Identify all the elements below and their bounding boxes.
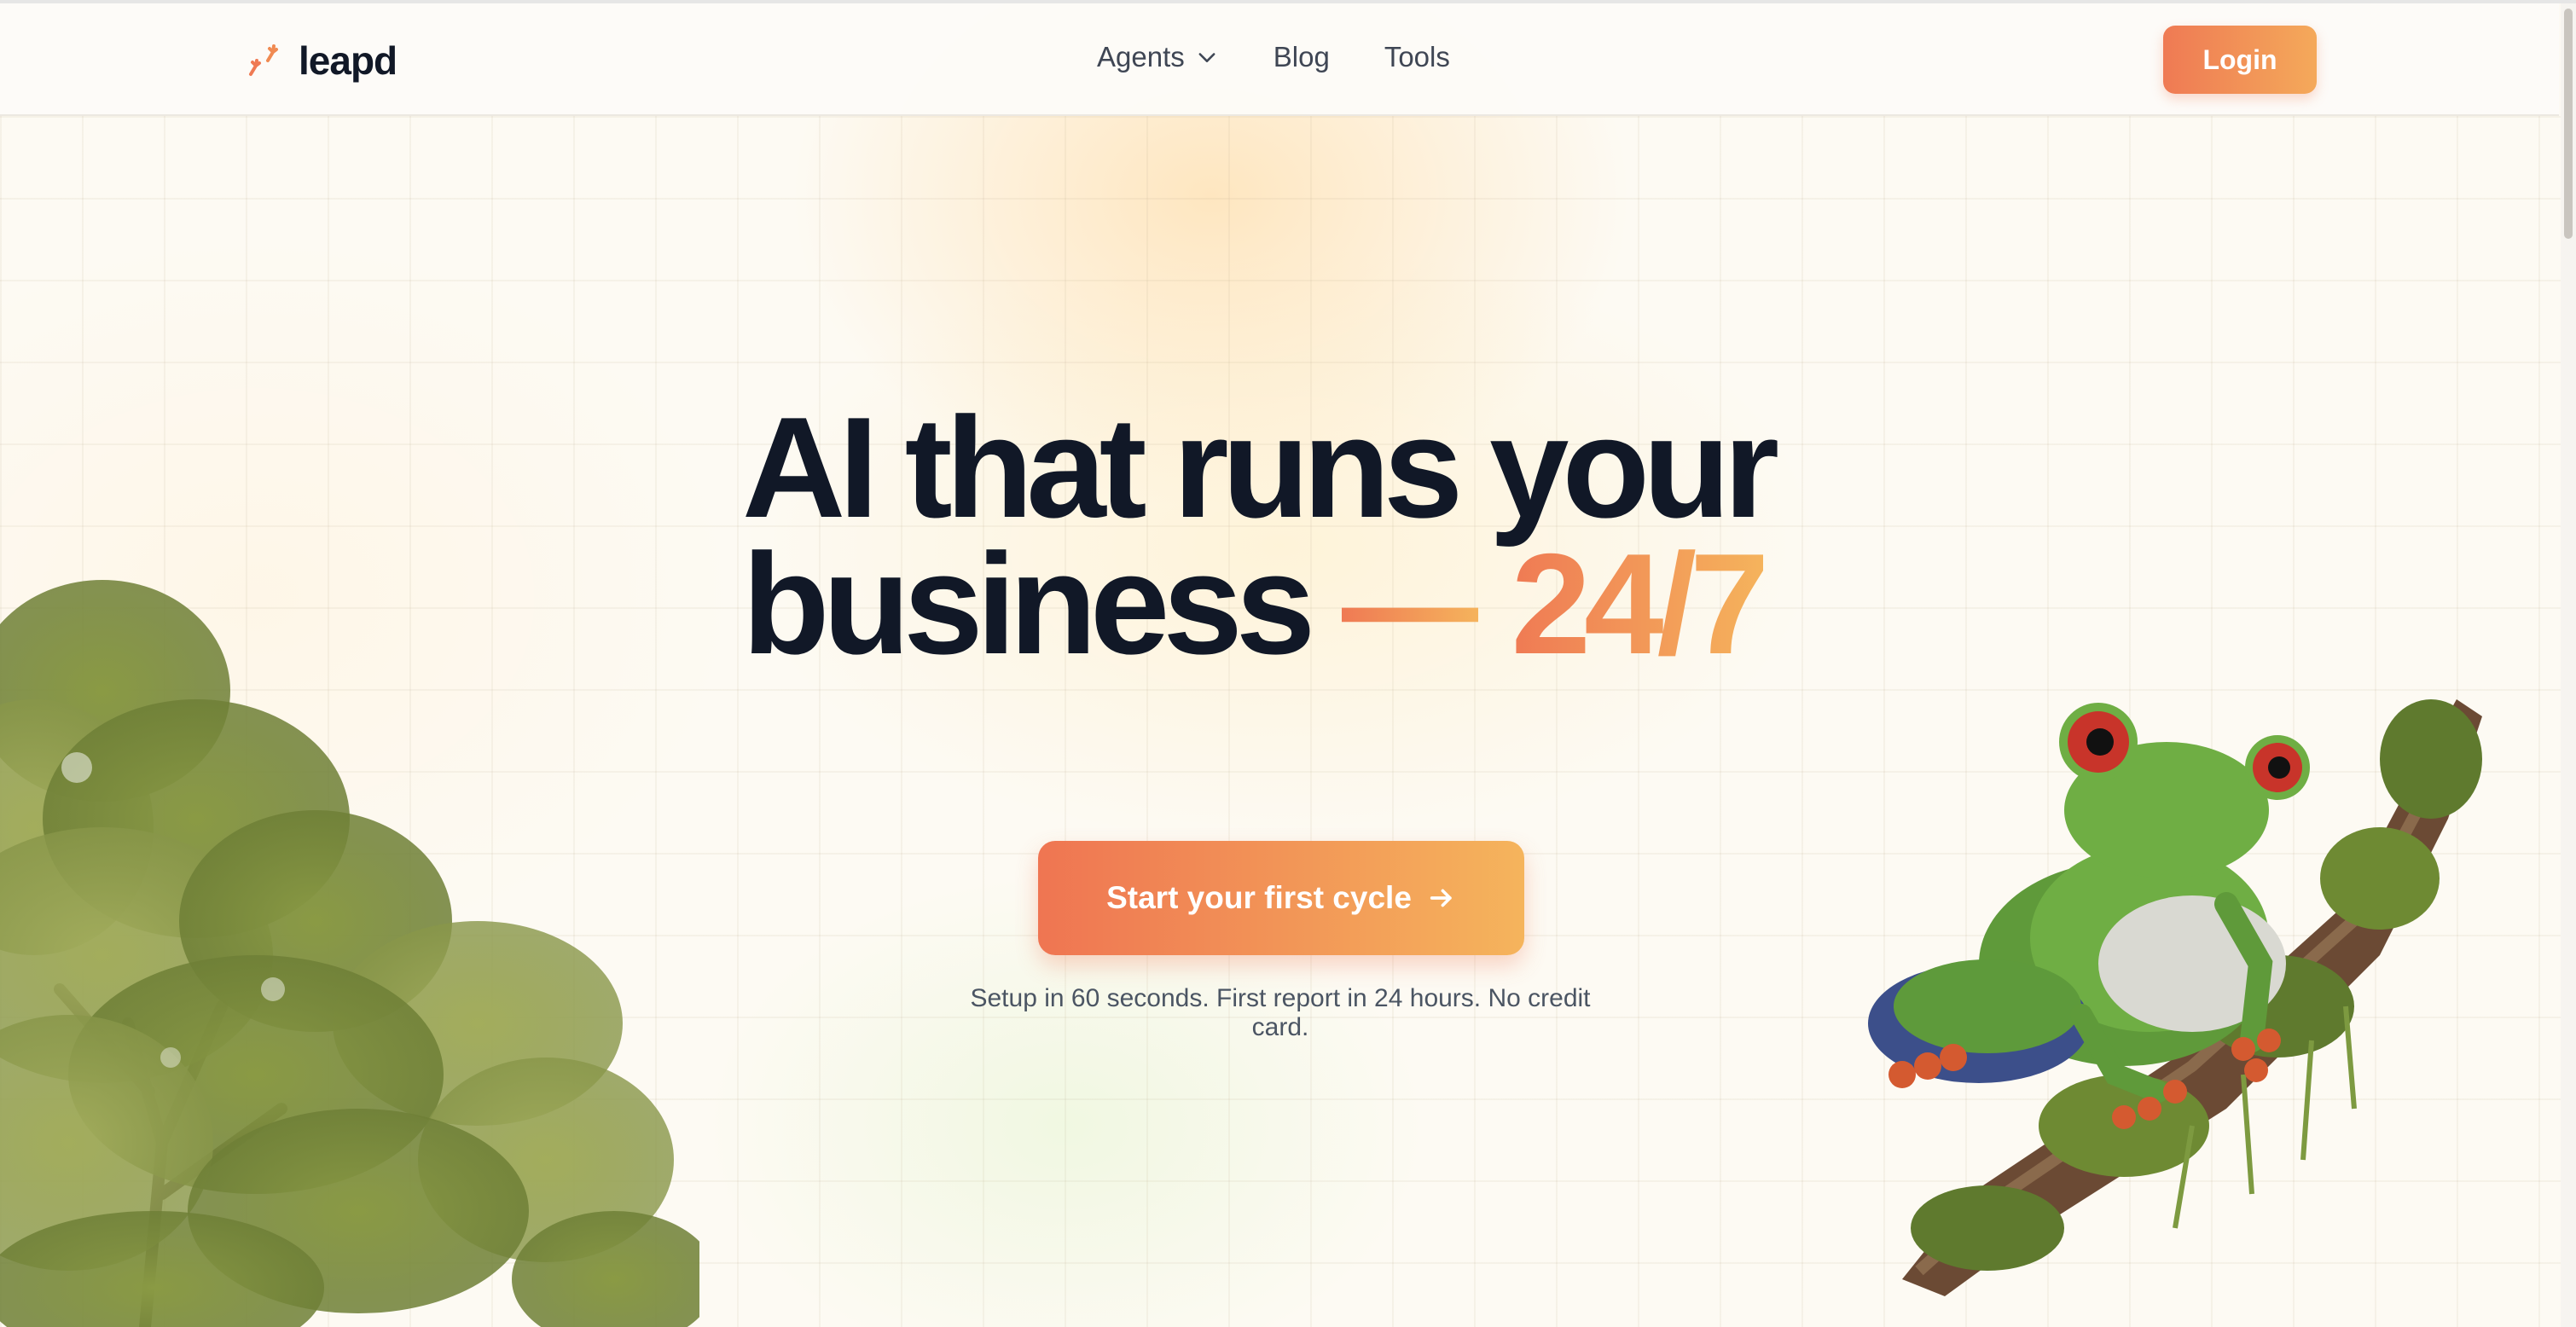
nav-agents-dropdown[interactable]: Agents xyxy=(1097,41,1219,73)
nav-tools-link[interactable]: Tools xyxy=(1384,41,1450,73)
brand-name: leapd xyxy=(299,38,397,83)
tree-illustration xyxy=(0,580,699,1327)
nav-links: Agents Blog Tools xyxy=(1097,41,1450,73)
top-navigation: leapd Agents Blog Tools Login xyxy=(0,3,2559,116)
start-cycle-button[interactable]: Start your first cycle xyxy=(1038,841,1524,955)
chevron-down-icon xyxy=(1198,53,1215,62)
hero-subtext: Setup in 60 seconds. First report in 24 … xyxy=(970,984,1591,1041)
nav-blog-link[interactable]: Blog xyxy=(1273,41,1330,73)
hero-title-accent: 24/7 xyxy=(1511,524,1770,684)
login-button[interactable]: Login xyxy=(2163,26,2317,94)
landing-page: leapd Agents Blog Tools Login AI that ru… xyxy=(0,0,2576,1327)
hero-title-dash: — xyxy=(1341,524,1485,684)
hero-title-line2: business xyxy=(742,524,1315,684)
frog-footprints-icon xyxy=(249,44,278,76)
start-cycle-label: Start your first cycle xyxy=(1106,880,1412,915)
frog-illustration xyxy=(1868,699,2482,1296)
arrow-right-icon xyxy=(1430,889,1452,907)
scrollbar-thumb[interactable] xyxy=(2564,9,2573,239)
hero-title: AI that runs your business — 24/7 xyxy=(742,396,1779,675)
brand-logo[interactable]: leapd xyxy=(244,38,397,84)
nav-agents-label: Agents xyxy=(1097,41,1185,72)
